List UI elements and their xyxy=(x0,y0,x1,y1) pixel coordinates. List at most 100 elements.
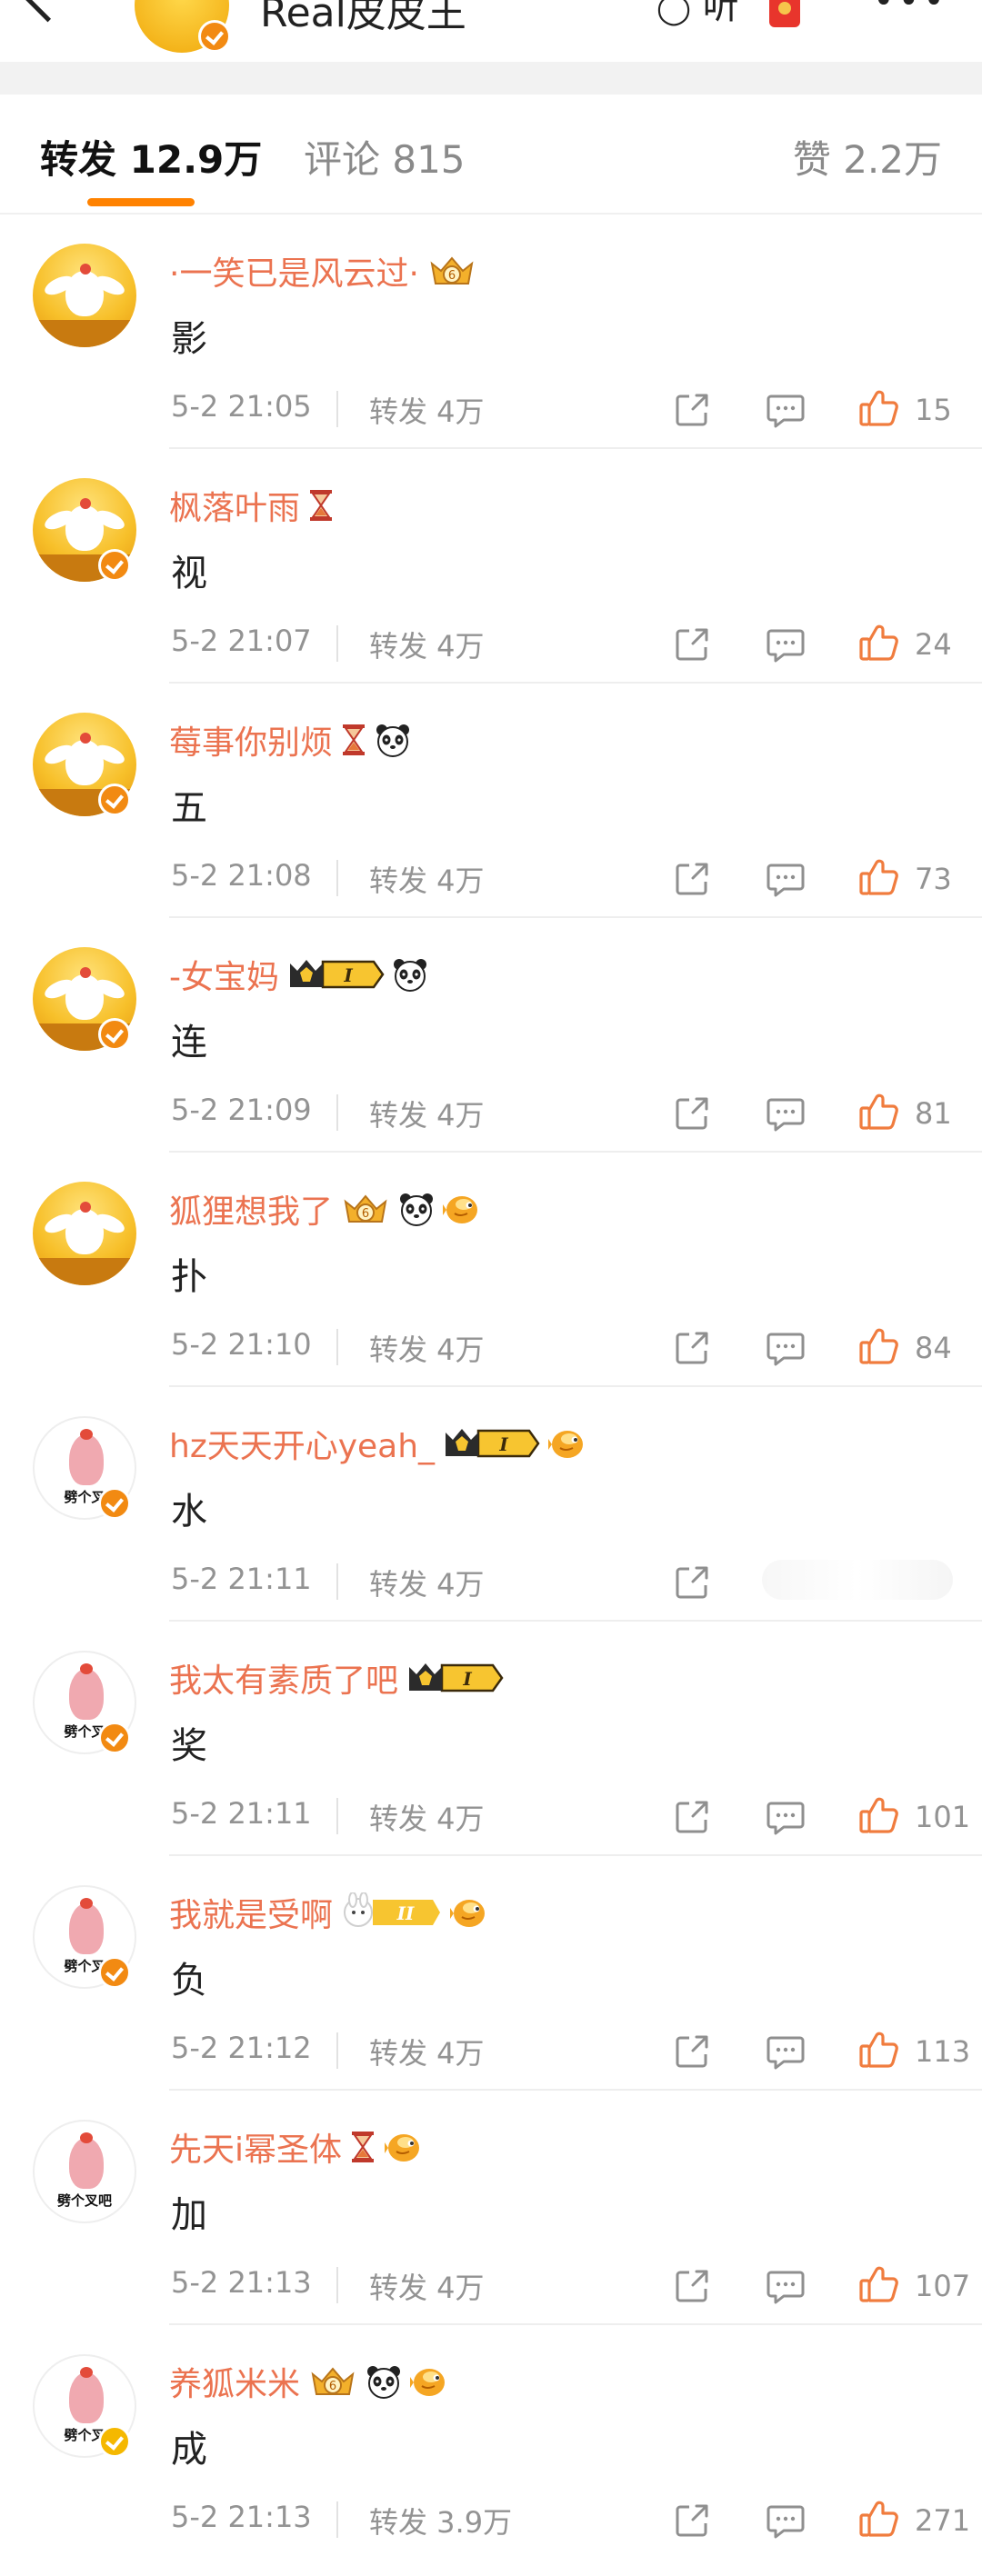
verified-badge-icon xyxy=(98,549,131,582)
timestamp: 5-2 21:11 xyxy=(171,1796,312,1831)
share-icon[interactable] xyxy=(673,860,711,902)
like-icon[interactable] xyxy=(858,2029,900,2074)
repost-count[interactable]: 转发 4万 xyxy=(369,1562,485,1603)
repost-count[interactable]: 转发 4万 xyxy=(369,1796,485,1838)
like-icon[interactable] xyxy=(858,2263,900,2309)
repost-content: 五 xyxy=(171,787,207,829)
like-icon[interactable] xyxy=(858,1325,900,1371)
comment-icon[interactable] xyxy=(766,862,806,902)
username[interactable]: 先天i幂圣体 xyxy=(169,2123,342,2171)
like-count: 15 xyxy=(915,393,952,427)
username[interactable]: 莓事你别烦 xyxy=(169,716,333,764)
share-icon[interactable] xyxy=(673,2032,711,2074)
comment-icon[interactable] xyxy=(766,1800,806,1840)
share-icon[interactable] xyxy=(673,1094,711,1136)
listen-button[interactable]: ◯ 听 xyxy=(656,0,739,29)
name-row: 养狐米米 6 xyxy=(169,2361,447,2403)
tab-repost[interactable]: 转发 12.9万 xyxy=(40,129,262,185)
comment-icon[interactable] xyxy=(766,2034,806,2074)
meta-divider xyxy=(336,2267,338,2303)
repost-count[interactable]: 转发 4万 xyxy=(369,624,485,665)
timestamp: 5-2 21:09 xyxy=(171,1093,312,1127)
repost-item[interactable]: 枫落叶雨视 5-2 21:07 转发 4万 24 xyxy=(0,449,982,684)
timestamp: 5-2 21:13 xyxy=(171,2265,312,2300)
repost-item[interactable]: 劈个叉 养狐米米 6 成 5-2 21:13 转发 3.9万 271 xyxy=(0,2325,982,2560)
header-avatar[interactable] xyxy=(135,0,231,53)
repost-item[interactable]: 劈个叉 我太有素质了吧 I 奖 5-2 21:11 转发 4万 101 xyxy=(0,1622,982,1856)
repost-content: 加 xyxy=(171,2194,207,2236)
comment-icon[interactable] xyxy=(766,627,806,667)
comment-icon[interactable] xyxy=(766,2269,806,2309)
meta-divider xyxy=(336,625,338,662)
username[interactable]: 我就是受啊 xyxy=(169,1889,333,1936)
repost-count[interactable]: 转发 4万 xyxy=(369,1093,485,1134)
like-count: 107 xyxy=(915,2269,971,2303)
repost-count[interactable]: 转发 4万 xyxy=(369,1327,485,1369)
verified-badge-icon xyxy=(98,1018,131,1051)
repost-count[interactable]: 转发 4万 xyxy=(369,389,485,431)
like-icon[interactable] xyxy=(858,387,900,433)
repost-count[interactable]: 转发 3.9万 xyxy=(369,2500,512,2541)
username[interactable]: -女宝妈 xyxy=(169,951,279,998)
tab-comment[interactable]: 评论 815 xyxy=(304,129,466,185)
share-icon[interactable] xyxy=(673,1329,711,1371)
more-dots-icon[interactable]: ••• xyxy=(873,0,948,22)
like-icon[interactable] xyxy=(858,2498,900,2543)
hourglass-icon xyxy=(340,724,367,756)
repost-item[interactable]: ·一笑已是风云过· 6 影 5-2 21:05 转发 4万 15 xyxy=(0,215,982,449)
verified-badge-icon xyxy=(198,20,231,53)
like-icon[interactable] xyxy=(858,1091,900,1136)
repost-item[interactable]: 劈个叉吧 先天i幂圣体加 5-2 21:13 转发 4万 107 xyxy=(0,2091,982,2325)
username[interactable]: 我太有素质了吧 xyxy=(169,1654,398,1702)
username[interactable]: hz天天开心yeah_ xyxy=(169,1420,435,1467)
repost-item[interactable]: -女宝妈 I 连 5-2 21:09 转发 4万 81 xyxy=(0,918,982,1153)
user-avatar[interactable] xyxy=(33,244,136,347)
listen-label: 听 xyxy=(702,0,739,27)
meta-divider xyxy=(336,1563,338,1600)
headphones-icon: ◯ xyxy=(656,0,692,26)
panda-icon xyxy=(392,956,428,993)
meta-row: 5-2 21:11 转发 4万 xyxy=(171,1556,962,1602)
timestamp: 5-2 21:10 xyxy=(171,1327,312,1362)
username[interactable]: 养狐米米 xyxy=(169,2358,300,2405)
repost-item[interactable]: 劈个叉 我就是受啊 II 负 5-2 21:12 转发 4万 113 xyxy=(0,1856,982,2091)
panda-icon xyxy=(398,1191,435,1227)
share-icon[interactable] xyxy=(673,2267,711,2309)
svg-text:I: I xyxy=(498,1433,508,1455)
repost-item[interactable]: 莓事你别烦五 5-2 21:08 转发 4万 73 xyxy=(0,684,982,918)
repost-content: 奖 xyxy=(171,1725,207,1767)
share-icon[interactable] xyxy=(673,625,711,667)
like-icon[interactable] xyxy=(858,1794,900,1840)
crown-level-icon: 6 xyxy=(307,2361,358,2401)
like-area-blurred[interactable] xyxy=(762,1560,953,1600)
meta-divider xyxy=(336,1094,338,1131)
red-packet-icon[interactable] xyxy=(769,0,800,27)
share-icon[interactable] xyxy=(673,391,711,433)
repost-item[interactable]: 狐狸想我了 6 扑 5-2 21:10 转发 4万 84 xyxy=(0,1153,982,1387)
share-icon[interactable] xyxy=(673,1798,711,1840)
comment-icon[interactable] xyxy=(766,1096,806,1136)
timestamp: 5-2 21:05 xyxy=(171,389,312,424)
comment-icon[interactable] xyxy=(766,2503,806,2543)
username[interactable]: 狐狸想我了 xyxy=(169,1185,333,1233)
username[interactable]: 枫落叶雨 xyxy=(169,482,300,529)
like-icon[interactable] xyxy=(858,856,900,902)
repost-item[interactable]: 劈个叉 hz天天开心yeah_ I 水 5-2 21:11 转发 4万 xyxy=(0,1387,982,1622)
like-count: 271 xyxy=(915,2503,971,2538)
tab-like[interactable]: 赞 2.2万 xyxy=(793,129,942,185)
comment-icon[interactable] xyxy=(766,393,806,433)
user-avatar[interactable]: 劈个叉吧 xyxy=(33,2120,136,2223)
repost-count[interactable]: 转发 4万 xyxy=(369,2031,485,2072)
repost-count[interactable]: 转发 4万 xyxy=(369,858,485,900)
user-avatar[interactable] xyxy=(33,1182,136,1285)
section-divider xyxy=(0,62,982,95)
hourglass-icon xyxy=(307,489,335,522)
username[interactable]: ·一笑已是风云过· xyxy=(169,247,419,295)
like-icon[interactable] xyxy=(858,622,900,667)
back-arrow-icon[interactable] xyxy=(18,0,77,23)
comment-icon[interactable] xyxy=(766,1331,806,1371)
share-icon[interactable] xyxy=(673,2501,711,2543)
panda-icon xyxy=(375,722,411,758)
share-icon[interactable] xyxy=(673,1563,711,1605)
repost-count[interactable]: 转发 4万 xyxy=(369,2265,485,2307)
